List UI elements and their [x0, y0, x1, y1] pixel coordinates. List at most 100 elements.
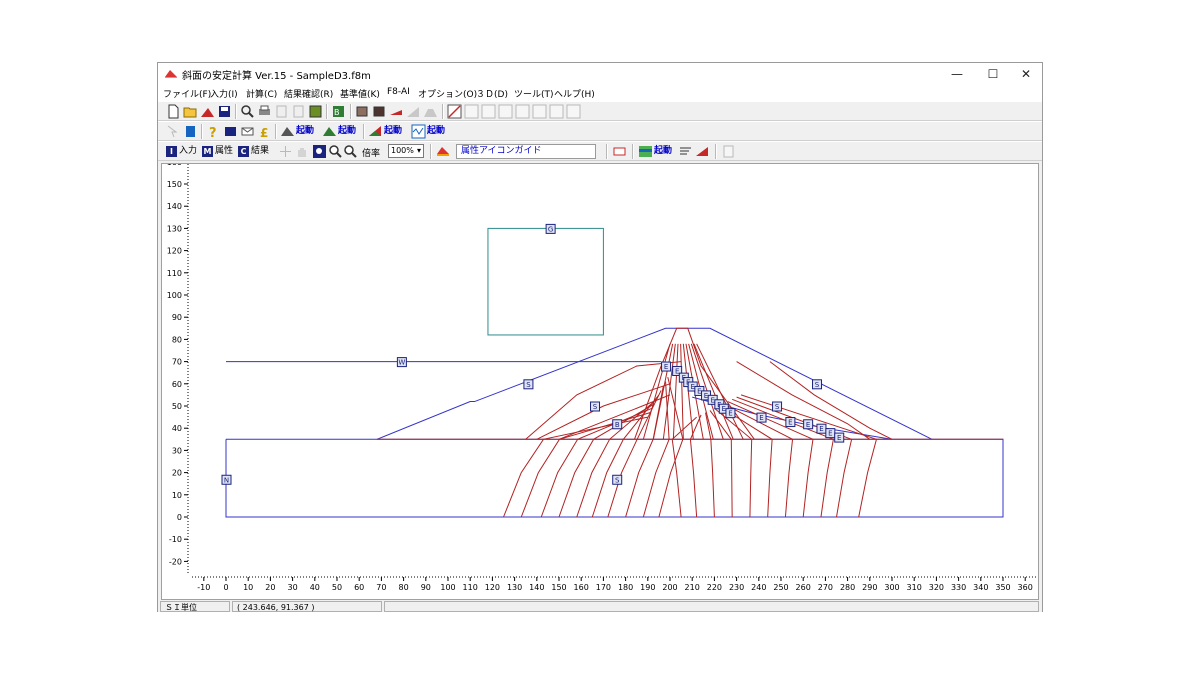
y-tick-label: 40 — [172, 424, 182, 433]
menu-3d[interactable]: ３Ｄ(D) — [476, 87, 508, 100]
marker-e[interactable]: E — [825, 428, 836, 439]
marker-e[interactable]: E — [803, 419, 814, 430]
zoom-window-icon[interactable] — [312, 144, 327, 159]
load-icon[interactable] — [389, 104, 404, 119]
x-tick-label: 180 — [618, 583, 633, 592]
menu-help[interactable]: ヘルプ(H) — [554, 87, 595, 100]
maximize-button[interactable]: ☐ — [976, 63, 1010, 85]
close-button[interactable]: ✕ — [1009, 63, 1043, 85]
marker-e[interactable]: E — [834, 432, 845, 443]
copy-icon[interactable] — [274, 104, 289, 119]
zoom-in-icon[interactable] — [328, 144, 343, 159]
marker-s[interactable]: S — [612, 474, 623, 485]
marker-e[interactable]: E — [785, 417, 796, 428]
launch-button-4[interactable]: 起動 — [427, 124, 445, 139]
mail-icon[interactable] — [240, 124, 255, 139]
launch-button-5[interactable]: 起動 — [654, 144, 672, 159]
marker-e[interactable]: E — [756, 412, 767, 423]
book-icon[interactable] — [223, 124, 238, 139]
zoom-out-icon[interactable] — [343, 144, 358, 159]
embankment-icon[interactable] — [423, 104, 438, 119]
draw-table-icon[interactable] — [515, 104, 530, 119]
print-page-icon[interactable] — [721, 144, 736, 159]
draw-chart-icon[interactable] — [549, 104, 564, 119]
module3-icon[interactable] — [368, 124, 383, 139]
attribute-guide-icon[interactable] — [436, 144, 451, 159]
info-icon[interactable]: £ — [257, 124, 272, 139]
export-icon[interactable] — [372, 104, 387, 119]
attribute-guide-field[interactable]: 属性アイコンガイド — [456, 144, 596, 159]
x-tick-label: 170 — [596, 583, 611, 592]
drawing-canvas[interactable]: 150 140 130 120 110 100 90 80 70 60 50 40 30 20 10 0 -10… — [161, 158, 1039, 600]
slope-gray-icon[interactable] — [406, 104, 421, 119]
x-tick-label: 310 — [907, 583, 922, 592]
mode-input-button[interactable]: I 入力 — [166, 144, 197, 159]
menu-options[interactable]: オプション(O) — [418, 87, 477, 100]
y-tick-label: 80 — [172, 335, 182, 344]
save-icon[interactable] — [217, 104, 232, 119]
draw-line-icon[interactable] — [447, 104, 462, 119]
menu-tools[interactable]: ツール(T) — [514, 87, 554, 100]
marker-b[interactable]: B — [612, 419, 623, 430]
layers-icon[interactable] — [678, 144, 693, 159]
new-file-icon[interactable] — [166, 104, 181, 119]
module5-icon[interactable] — [638, 144, 653, 159]
print-icon[interactable] — [257, 104, 272, 119]
menu-standards[interactable]: 基準値(K) — [340, 87, 380, 100]
module2-icon[interactable] — [322, 124, 337, 139]
zoom-select[interactable]: 100% ▾ — [388, 144, 424, 158]
open-folder-icon[interactable] — [183, 104, 198, 119]
launch-button-3[interactable]: 起動 — [384, 124, 402, 139]
y-tick-label: 70 — [172, 358, 182, 367]
minimize-button[interactable]: — — [940, 63, 974, 85]
paste-icon[interactable] — [291, 104, 306, 119]
marker-s[interactable]: S — [772, 401, 783, 412]
draw-mesh-icon[interactable] — [532, 104, 547, 119]
menu-results[interactable]: 結果確認(R) — [284, 87, 333, 100]
module4-icon[interactable] — [411, 124, 426, 139]
y-tick-label: 50 — [172, 402, 182, 411]
svg-text:E: E — [675, 367, 679, 375]
launch-button-1[interactable]: 起動 — [296, 124, 314, 139]
menu-f8ai[interactable]: F8-AI — [387, 87, 410, 97]
marker-n[interactable]: N — [221, 474, 232, 485]
eraser-icon[interactable] — [612, 144, 627, 159]
x-tick-label: 120 — [485, 583, 500, 592]
marker-g[interactable]: G — [545, 223, 556, 234]
pointer-icon[interactable] — [166, 124, 181, 139]
launch-button-2[interactable]: 起動 — [338, 124, 356, 139]
print-preview-icon[interactable] — [240, 104, 255, 119]
pan-hand-icon[interactable] — [295, 144, 310, 159]
fit-view-icon[interactable] — [278, 144, 293, 159]
draw-export-icon[interactable] — [566, 104, 581, 119]
draw-area-icon[interactable] — [481, 104, 496, 119]
report-icon[interactable]: B — [331, 104, 346, 119]
menu-file[interactable]: ファイル(F) — [163, 87, 211, 100]
draw-grid-icon[interactable] — [464, 104, 479, 119]
mode-result-button[interactable]: C 結果 — [238, 144, 269, 159]
module1-icon[interactable] — [280, 124, 295, 139]
slope-icon[interactable] — [200, 104, 215, 119]
document-icon[interactable] — [183, 124, 198, 139]
menu-input[interactable]: 入力(I) — [210, 87, 238, 100]
rupture-fan-left — [503, 416, 648, 518]
marker-w[interactable]: W — [396, 357, 407, 368]
slope-color-icon[interactable] — [695, 144, 710, 159]
x-tick-label: 160 — [574, 583, 589, 592]
calculator-icon[interactable] — [308, 104, 323, 119]
marker-e[interactable]: E — [725, 408, 736, 419]
mode-attribute-button[interactable]: M 属性 — [202, 144, 233, 159]
x-tick-label: 240 — [751, 583, 766, 592]
marker-e[interactable]: E — [661, 361, 672, 372]
svg-text:E: E — [837, 434, 841, 442]
svg-text:S: S — [775, 403, 780, 411]
marker-s[interactable]: S — [812, 379, 823, 390]
menu-calc[interactable]: 計算(C) — [246, 87, 277, 100]
cross-section-plot[interactable]: 1501401301201101009080706050403020100-10… — [162, 158, 1038, 599]
marker-s[interactable]: S — [523, 379, 534, 390]
marker-s[interactable]: S — [590, 401, 601, 412]
draw-layer-icon[interactable] — [498, 104, 513, 119]
help-icon[interactable]: ? — [206, 124, 221, 139]
import-icon[interactable] — [355, 104, 370, 119]
marker-e[interactable]: E — [816, 423, 827, 434]
